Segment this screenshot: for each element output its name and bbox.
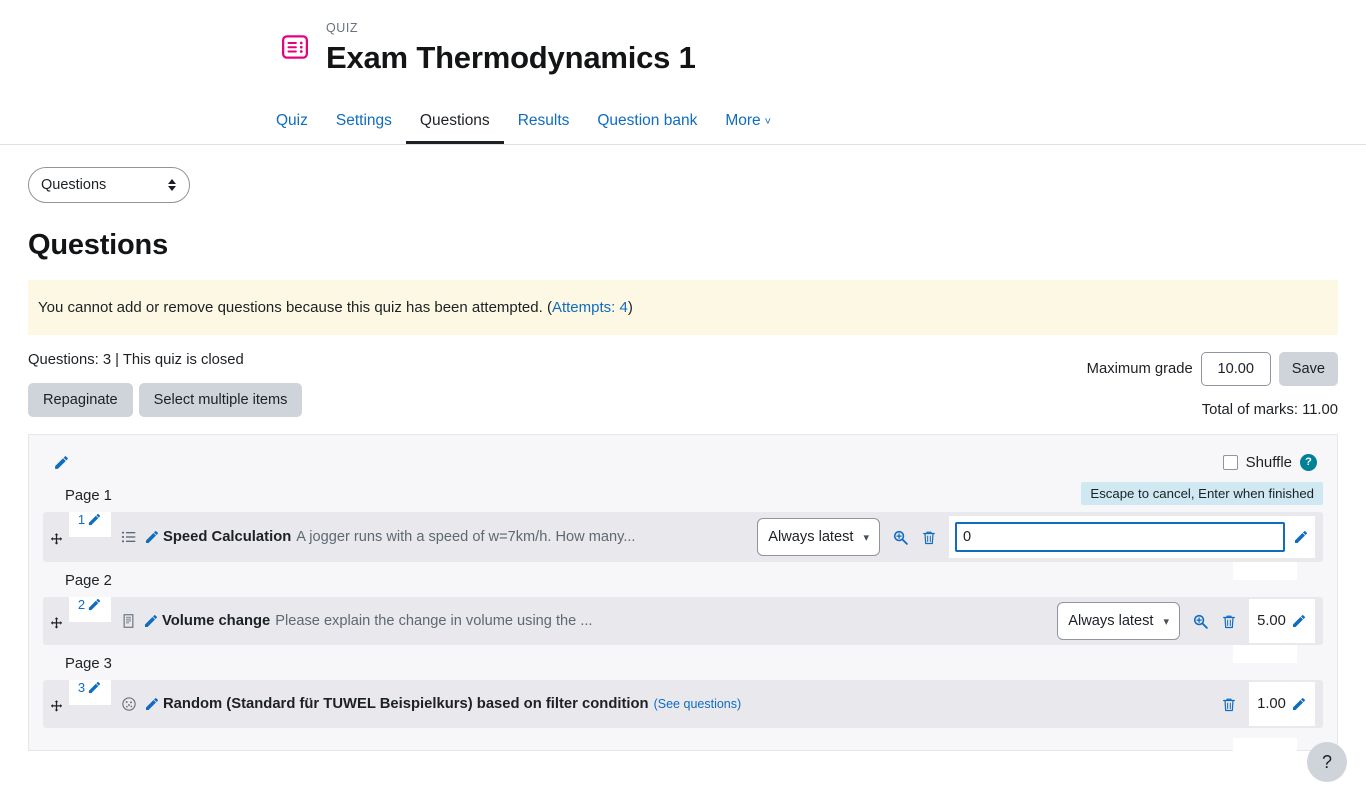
edit-question-icon-1[interactable] <box>144 529 160 545</box>
tab-question-bank[interactable]: Question bank <box>583 98 711 144</box>
chevron-down-icon: ˅ <box>764 116 772 128</box>
tab-quiz[interactable]: Quiz <box>262 98 322 144</box>
question-name-2[interactable]: Volume change <box>162 613 270 629</box>
move-question-handle-1[interactable] <box>43 528 69 547</box>
chevron-down-icon: ▾ <box>863 531 869 544</box>
question-description-2: Please explain the change in volume usin… <box>275 613 593 629</box>
shuffle-help-icon[interactable]: ? <box>1300 453 1317 471</box>
version-select-2[interactable]: Always latest ▾ <box>1057 602 1180 640</box>
edit-mark-icon-1[interactable] <box>1293 529 1309 545</box>
page-title: Exam Thermodynamics 1 <box>326 40 696 75</box>
maximum-grade-group: Maximum grade Save <box>1087 352 1338 386</box>
maximum-grade-input[interactable] <box>1200 352 1271 386</box>
question-actions-1: Always latest ▾ <box>757 516 1315 558</box>
question-main-2: Volume change Please explain the change … <box>111 613 1057 629</box>
question-list-header: Shuffle ? <box>43 447 1323 477</box>
see-questions-link[interactable]: (See questions) <box>654 697 742 711</box>
delete-question-icon-1[interactable] <box>921 529 937 546</box>
page-separator-2: Page 3 <box>43 645 1323 680</box>
add-question-slot-3[interactable] <box>1233 738 1297 756</box>
quiz-icon <box>278 30 312 64</box>
page-label-2: Page 2 <box>65 573 112 589</box>
question-number-3: 3 <box>77 680 86 695</box>
tab-results[interactable]: Results <box>504 98 584 144</box>
edit-page-heading-icon[interactable] <box>53 454 70 471</box>
edit-question-icon-2[interactable] <box>143 613 159 629</box>
questions-summary: Questions: 3 | This quiz is closed <box>28 352 244 368</box>
random-icon <box>121 696 137 712</box>
question-number-2: 2 <box>77 597 86 612</box>
tab-more[interactable]: More ˅ <box>711 98 785 144</box>
page-separator-1: Page 2 <box>43 562 1323 597</box>
version-select-1[interactable]: Always latest ▾ <box>757 518 880 556</box>
question-main-3: Random (Standard für TUWEL Beispielkurs)… <box>111 696 1221 712</box>
preview-question-icon-2[interactable] <box>1192 613 1209 630</box>
primary-nav: Quiz Settings Questions Results Question… <box>0 98 1366 145</box>
question-number-1: 1 <box>77 512 86 527</box>
notice-text-after: ) <box>627 299 633 316</box>
section-title: Questions <box>28 229 168 261</box>
move-question-handle-2[interactable] <box>43 612 69 631</box>
mark-inline-editor-1 <box>949 516 1315 558</box>
preview-question-icon-1[interactable] <box>892 529 909 546</box>
activity-jump-value: Questions <box>41 177 107 193</box>
mark-input-1[interactable] <box>955 522 1285 552</box>
mark-display-2[interactable]: 5.00 <box>1249 599 1315 643</box>
question-number-box-2[interactable]: 2 <box>69 597 111 622</box>
question-actions-3: 1.00 <box>1221 682 1315 726</box>
essay-icon <box>121 613 136 629</box>
question-description-1: A jogger runs with a speed of w=7km/h. H… <box>296 529 636 545</box>
question-list: Shuffle ? Page 1 Escape to cancel, Enter… <box>28 434 1338 756</box>
version-select-value-1: Always latest <box>768 529 854 545</box>
updown-chevron-icon <box>167 177 177 193</box>
edit-question-icon-3[interactable] <box>144 696 160 712</box>
mark-value-2: 5.00 <box>1257 613 1286 629</box>
move-question-handle-3[interactable] <box>43 695 69 714</box>
question-actions-2: Always latest ▾ 5.00 <box>1057 599 1315 643</box>
edit-question-number-icon-3[interactable] <box>87 680 102 695</box>
delete-question-icon-3[interactable] <box>1221 696 1237 713</box>
notice-text-before: You cannot add or remove questions becau… <box>38 299 552 316</box>
list-action-buttons: Repaginate Select multiple items <box>28 383 303 417</box>
repaginate-button[interactable]: Repaginate <box>28 383 133 417</box>
save-grade-button[interactable]: Save <box>1278 352 1338 386</box>
page-label-3: Page 3 <box>65 656 112 672</box>
mark-display-3[interactable]: 1.00 <box>1249 682 1315 726</box>
question-main-1: Speed Calculation A jogger runs with a s… <box>111 529 757 545</box>
mark-value-3: 1.00 <box>1257 696 1286 712</box>
shuffle-label: Shuffle <box>1245 453 1292 471</box>
shuffle-checkbox[interactable] <box>1222 454 1238 470</box>
edit-question-number-icon-1[interactable] <box>87 512 102 527</box>
delete-question-icon-2[interactable] <box>1221 613 1237 630</box>
question-number-box-1[interactable]: 1 <box>69 512 111 537</box>
chevron-down-icon: ▾ <box>1163 615 1169 628</box>
page-eyebrow: QUIZ <box>326 21 359 35</box>
question-name-3[interactable]: Random (Standard für TUWEL Beispielkurs)… <box>163 696 649 712</box>
select-multiple-items-button[interactable]: Select multiple items <box>138 383 303 417</box>
edit-mark-icon-3[interactable] <box>1291 696 1307 712</box>
tab-more-label: More <box>725 112 761 129</box>
help-fab-button[interactable]: ? <box>1307 742 1347 782</box>
question-row-3: 3 Random (Standard für TUWEL Beispielkur… <box>43 680 1323 728</box>
status-row: Questions: 3 | This quiz is closed Repag… <box>28 352 1338 418</box>
inline-edit-tooltip: Escape to cancel, Enter when finished <box>1081 482 1323 505</box>
activity-jump-select[interactable]: Questions <box>28 167 190 203</box>
question-row-1: Escape to cancel, Enter when finished 1 <box>43 482 1323 562</box>
question-name-1[interactable]: Speed Calculation <box>163 529 291 545</box>
version-select-value-2: Always latest <box>1068 613 1154 629</box>
tab-questions[interactable]: Questions <box>405 98 504 144</box>
page-header: QUIZ Exam Thermodynamics 1 <box>0 0 1366 78</box>
multichoice-icon <box>121 529 137 545</box>
total-of-marks: Total of marks: 11.00 <box>1201 402 1338 418</box>
question-number-box-3[interactable]: 3 <box>69 680 111 705</box>
maximum-grade-label: Maximum grade <box>1086 361 1193 377</box>
edit-question-number-icon-2[interactable] <box>87 597 102 612</box>
tab-settings[interactable]: Settings <box>322 98 406 144</box>
quiz-questions-page: QUIZ Exam Thermodynamics 1 Quiz Settings… <box>0 0 1366 790</box>
edit-mark-icon-2[interactable] <box>1291 613 1307 629</box>
shuffle-group: Shuffle ? <box>1222 453 1317 471</box>
attempts-link[interactable]: Attempts: 4 <box>552 299 628 316</box>
attempted-notice: You cannot add or remove questions becau… <box>28 280 1338 335</box>
question-row-2: 2 Volume change Please explain the chang… <box>43 597 1323 645</box>
